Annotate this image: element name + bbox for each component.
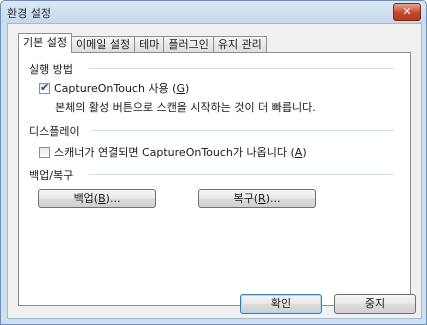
- tab-plugins[interactable]: 플러그인: [163, 36, 214, 53]
- checkmark-icon: ✔: [40, 80, 50, 94]
- tab-panel-basic-settings: 실행 방법 ✔ CaptureOnTouch 사용 (G) 본체의 활성 버튼으…: [18, 52, 411, 306]
- cancel-button[interactable]: 중지: [334, 294, 416, 314]
- dialog-client-area: 기본 설정 이메일 설정 테마 플러그인 유지 관리 실행 방법 ✔ Captu…: [7, 23, 422, 319]
- ok-button[interactable]: 확인: [240, 294, 322, 314]
- window-title: 환경 설정: [7, 7, 51, 20]
- tab-basic-settings[interactable]: 기본 설정: [18, 33, 72, 53]
- tab-bar: 기본 설정 이메일 설정 테마 플러그인 유지 관리: [18, 33, 267, 53]
- close-icon: ✕: [402, 5, 412, 18]
- tab-theme[interactable]: 테마: [134, 36, 165, 53]
- restore-button[interactable]: 복구(R)...: [198, 189, 316, 208]
- group-divider: [89, 174, 394, 175]
- backup-group-title: 백업/복구: [29, 167, 78, 183]
- use-captureontouch-checkbox[interactable]: ✔: [39, 80, 50, 94]
- group-divider: [89, 68, 394, 69]
- tab-email-settings[interactable]: 이메일 설정: [70, 36, 136, 53]
- show-on-connect-label: 스캐너가 연결되면 CaptureOnTouch가 나옵니다 (A): [54, 146, 307, 159]
- display-group-title: 디스플레이: [29, 123, 84, 139]
- run-method-description: 본체의 활성 버튼으로 스캔을 시작하는 것이 더 빠릅니다.: [55, 101, 316, 114]
- preferences-window: 환경 설정 ✕ 기본 설정 이메일 설정 테마 플러그인 유지 관리 실행 방법…: [0, 0, 427, 325]
- run-method-group-title: 실행 방법: [29, 61, 77, 77]
- use-captureontouch-label: CaptureOnTouch 사용 (G): [54, 82, 190, 95]
- title-bar[interactable]: 환경 설정 ✕: [1, 1, 426, 23]
- show-on-connect-checkbox[interactable]: [39, 146, 50, 158]
- backup-button[interactable]: 백업(B)...: [38, 189, 156, 208]
- show-on-connect-option[interactable]: 스캐너가 연결되면 CaptureOnTouch가 나옵니다 (A): [39, 144, 307, 160]
- use-captureontouch-option[interactable]: ✔ CaptureOnTouch 사용 (G): [39, 80, 189, 96]
- tab-maintenance[interactable]: 유지 관리: [212, 36, 267, 53]
- close-button[interactable]: ✕: [393, 3, 421, 21]
- group-divider: [91, 130, 394, 131]
